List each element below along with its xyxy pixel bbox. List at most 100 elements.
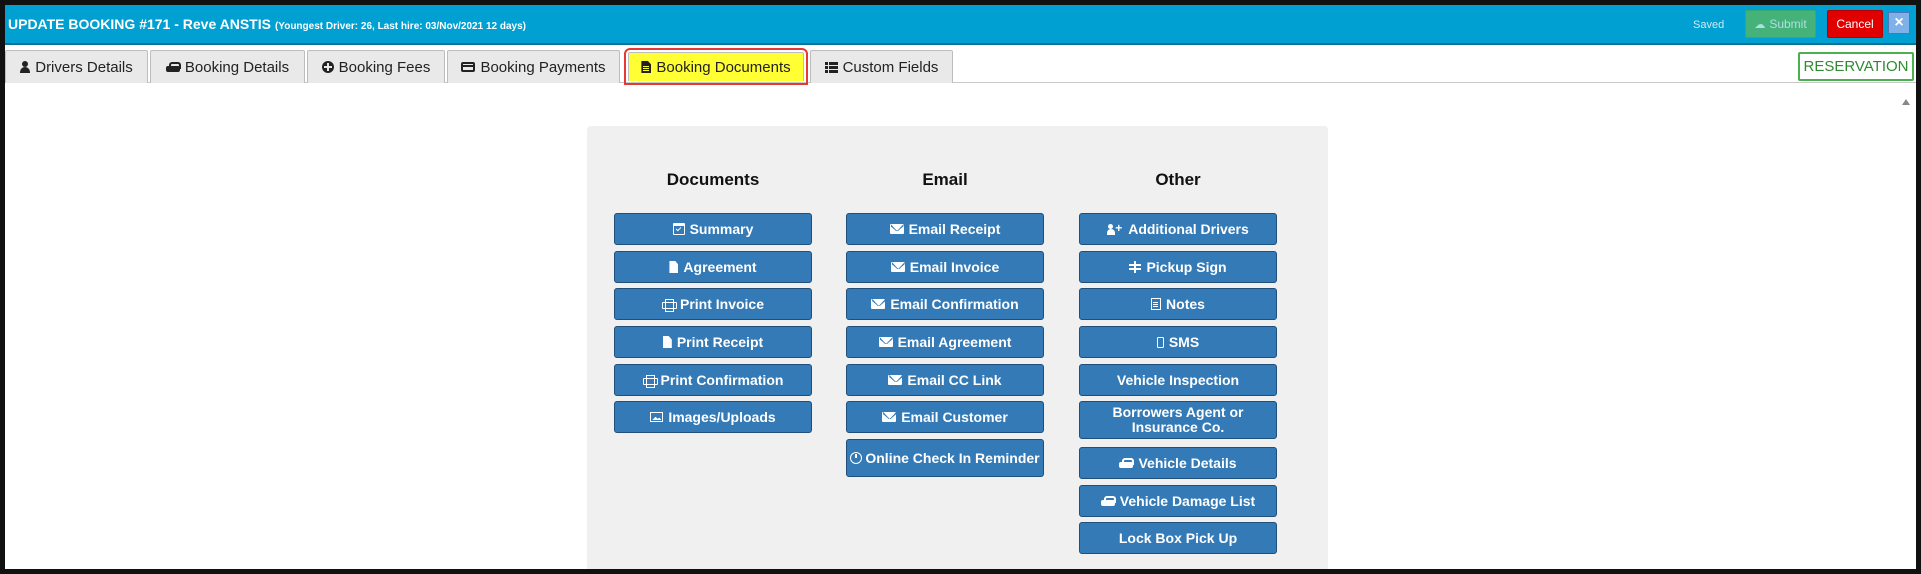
print-icon [661, 298, 677, 312]
plus-circle-icon [321, 61, 334, 73]
tab-label: Booking Details [184, 58, 290, 76]
print-icon [642, 374, 658, 388]
scroll-up-icon[interactable] [1902, 99, 1910, 105]
envelope-icon [878, 337, 893, 347]
email-receipt-button[interactable]: Email Receipt [846, 213, 1044, 245]
file-text-icon [1151, 298, 1162, 310]
tab-booking-fees[interactable]: Booking Fees [307, 50, 445, 83]
button-label-text: Online Check In Reminder [865, 449, 1040, 466]
button-label: Email Confirmation [890, 295, 1019, 312]
button-label: Email Invoice [909, 258, 1000, 275]
submit-label: Submit [1769, 17, 1807, 31]
documents-panel: Documents Summary Agreement Print Invoic… [587, 126, 1328, 569]
tab-booking-documents[interactable]: Booking Documents [624, 48, 808, 85]
button-label: Borrowers Agent or Insurance Co. [1112, 404, 1244, 435]
user-icon [20, 61, 31, 73]
tab-drivers-details[interactable]: Drivers Details [5, 50, 148, 83]
print-confirmation-button[interactable]: Print Confirmation [614, 364, 812, 396]
documents-heading: Documents [666, 170, 760, 189]
button-label: Summary [689, 220, 754, 237]
button-label: Email Customer [901, 408, 1008, 425]
clock-icon [850, 451, 863, 464]
vehicle-inspection-button[interactable]: Vehicle Inspection [1079, 364, 1277, 396]
window-title: UPDATE BOOKING #171 - Reve ANSTIS (Younge… [8, 16, 526, 32]
lock-box-pick-up-button[interactable]: Lock Box Pick Up [1079, 522, 1277, 554]
vehicle-details-button[interactable]: Vehicle Details [1079, 447, 1277, 479]
other-heading: Other [1155, 170, 1201, 189]
button-label: Pickup Sign [1146, 258, 1227, 275]
envelope-icon [882, 412, 897, 422]
online-check-in-reminder-button[interactable]: Online Check In Reminder [846, 439, 1044, 477]
button-label: Print Receipt [676, 333, 764, 350]
submit-button[interactable]: ☁ Submit [1745, 10, 1816, 38]
tab-label: Booking Documents [656, 58, 791, 76]
calendar-check-icon [672, 223, 685, 235]
sign-icon [1129, 261, 1142, 273]
print-receipt-button[interactable]: Print Receipt [614, 326, 812, 358]
file-text-icon [641, 61, 652, 73]
envelope-icon [889, 224, 904, 234]
email-heading: Email [922, 170, 968, 189]
tab-label: Booking Payments [480, 58, 606, 76]
tab-booking-payments[interactable]: Booking Payments [447, 50, 620, 83]
agreement-button[interactable]: Agreement [614, 251, 812, 283]
saved-status: Saved [1693, 19, 1725, 31]
button-label: SMS [1168, 333, 1200, 350]
reservation-status-badge: RESERVATION [1798, 52, 1914, 81]
email-agreement-button[interactable]: Email Agreement [846, 326, 1044, 358]
user-plus-icon [1107, 221, 1123, 236]
notes-button[interactable]: Notes [1079, 288, 1277, 320]
pickup-sign-button[interactable]: Pickup Sign [1079, 251, 1277, 283]
credit-card-icon [461, 62, 476, 72]
email-customer-button[interactable]: Email Customer [846, 401, 1044, 433]
tab-label: Custom Fields [842, 58, 939, 76]
images-uploads-button[interactable]: Images/Uploads [614, 401, 812, 433]
envelope-icon [890, 262, 905, 272]
booking-title: UPDATE BOOKING #171 - Reve ANSTIS [8, 16, 271, 32]
booking-window: UPDATE BOOKING #171 - Reve ANSTIS (Younge… [0, 0, 1921, 574]
button-label: Notes [1166, 295, 1205, 312]
tab-custom-fields[interactable]: Custom Fields [810, 50, 953, 83]
sms-button[interactable]: SMS [1079, 326, 1277, 358]
button-label: Images/Uploads [668, 408, 776, 425]
envelope-icon [871, 299, 886, 309]
window-header: UPDATE BOOKING #171 - Reve ANSTIS (Younge… [5, 5, 1916, 45]
cancel-button[interactable]: Cancel [1827, 10, 1883, 38]
image-icon [650, 412, 664, 422]
button-label: Lock Box Pick Up [1118, 529, 1238, 546]
button-label: Online Check In Reminder [850, 449, 1040, 466]
additional-drivers-button[interactable]: Additional Drivers [1079, 213, 1277, 245]
button-label: Print Confirmation [660, 371, 784, 388]
car-icon [165, 61, 181, 73]
cloud-upload-icon: ☁ [1754, 18, 1766, 31]
list-icon [824, 61, 838, 73]
button-label: Print Invoice [679, 295, 765, 312]
mobile-icon [1156, 336, 1164, 348]
email-confirmation-button[interactable]: Email Confirmation [846, 288, 1044, 320]
file-icon [669, 261, 679, 273]
button-label: Email Agreement [897, 333, 1012, 350]
vertical-scrollbar[interactable] [1898, 91, 1914, 569]
tab-label: Drivers Details [35, 58, 133, 76]
button-label: Vehicle Details [1138, 454, 1237, 471]
button-label: Email Receipt [908, 220, 1001, 237]
email-cc-link-button[interactable]: Email CC Link [846, 364, 1044, 396]
borrowers-agent-button[interactable]: Borrowers Agent or Insurance Co. [1079, 401, 1277, 439]
summary-button[interactable]: Summary [614, 213, 812, 245]
email-invoice-button[interactable]: Email Invoice [846, 251, 1044, 283]
button-label: Additional Drivers [1128, 220, 1249, 237]
car-icon [1119, 457, 1135, 469]
car-icon [1100, 495, 1116, 507]
close-icon[interactable]: × [1888, 12, 1910, 34]
button-label: Email CC Link [907, 371, 1002, 388]
button-label: Agreement [683, 258, 757, 275]
booking-subtitle: (Youngest Driver: 26, Last hire: 03/Nov/… [274, 21, 526, 32]
button-label: Vehicle Damage List [1119, 492, 1256, 509]
tab-booking-details[interactable]: Booking Details [150, 50, 305, 83]
vehicle-damage-list-button[interactable]: Vehicle Damage List [1079, 485, 1277, 517]
tab-bar: Drivers Details Booking Details Booking … [5, 45, 1916, 85]
print-invoice-button[interactable]: Print Invoice [614, 288, 812, 320]
tab-label: Booking Fees [338, 58, 431, 76]
button-label: Vehicle Inspection [1116, 371, 1240, 388]
envelope-icon [888, 375, 903, 385]
